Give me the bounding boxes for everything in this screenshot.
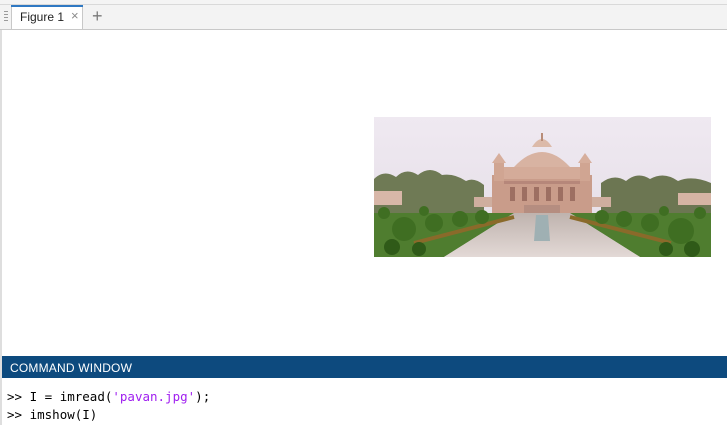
drag-grip-icon[interactable] [3,9,9,23]
string-literal: 'pavan.jpg' [112,389,196,404]
command-line[interactable]: >> I = imread('pavan.jpg'); [7,389,210,404]
tab-label: Figure 1 [20,10,65,24]
command-window[interactable]: >> I = imread('pavan.jpg'); >> imshow(I) [2,378,727,425]
add-tab-icon[interactable]: + [92,6,103,26]
command-line[interactable]: >> imshow(I) [7,407,97,422]
command-window-header: COMMAND WINDOW [2,356,727,378]
tab-figure-1[interactable]: Figure 1 × [11,5,83,29]
figure-tab-bar: Figure 1 × + [0,5,727,30]
command-window-title: COMMAND WINDOW [10,361,133,375]
code-text: ); [195,389,211,404]
close-icon[interactable]: × [71,8,79,23]
code-text: imshow(I) [22,407,98,422]
prompt: >> [7,407,23,422]
prompt: >> [7,389,23,404]
displayed-image [374,117,711,257]
code-text: I = imread( [22,389,113,404]
